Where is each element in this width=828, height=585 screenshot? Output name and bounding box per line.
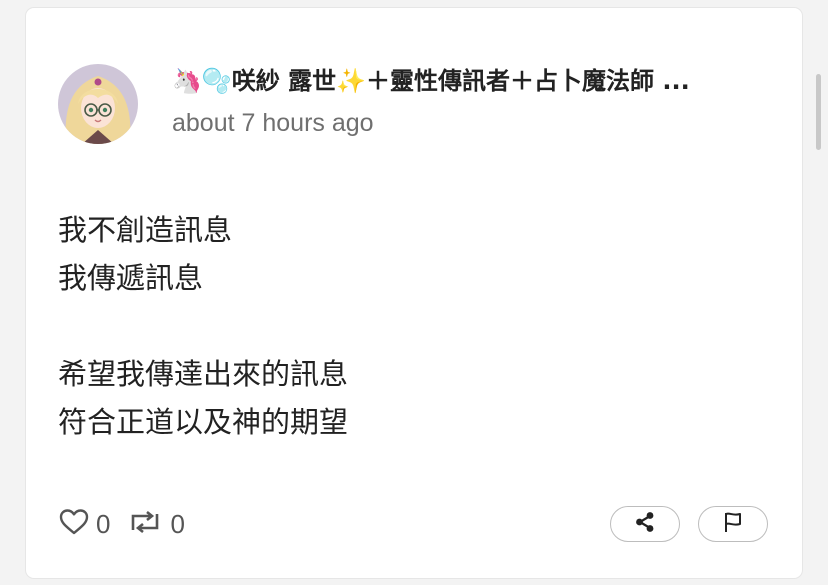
heart-icon: [58, 508, 90, 540]
avatar-image: [58, 64, 138, 144]
like-count: 0: [96, 508, 111, 539]
post-card: 🦄🫧咲紗 露世✨＋靈性傳訊者＋占卜魔法師 ... about 7 hours a…: [26, 8, 802, 578]
share-button[interactable]: [610, 506, 680, 542]
share-icon: [634, 511, 656, 537]
repost-button[interactable]: 0: [126, 508, 185, 540]
avatar[interactable]: [58, 64, 138, 144]
repost-count: 0: [170, 508, 185, 539]
post-actions: 0 0: [58, 506, 185, 542]
post-body-line: 希望我傳達出來的訊息: [58, 357, 349, 391]
post-timestamp[interactable]: about 7 hours ago: [172, 107, 374, 139]
post-body: 我不創造訊息 我傳遞訊息 希望我傳達出來的訊息 符合正道以及神的期望: [58, 206, 758, 446]
flag-icon: [722, 511, 744, 537]
post-body-line: [58, 302, 758, 350]
author-name[interactable]: 🦄🫧咲紗 露世✨＋靈性傳訊者＋占卜魔法師 ...: [172, 65, 772, 97]
post-body-line: 我不創造訊息: [58, 213, 233, 247]
like-button[interactable]: 0: [58, 508, 110, 540]
post-body-line: 符合正道以及神的期望: [58, 405, 349, 439]
post-body-line: 我傳遞訊息: [58, 261, 204, 295]
scrollbar[interactable]: [816, 74, 821, 150]
report-button[interactable]: [698, 506, 768, 542]
repost-icon: [126, 508, 164, 540]
